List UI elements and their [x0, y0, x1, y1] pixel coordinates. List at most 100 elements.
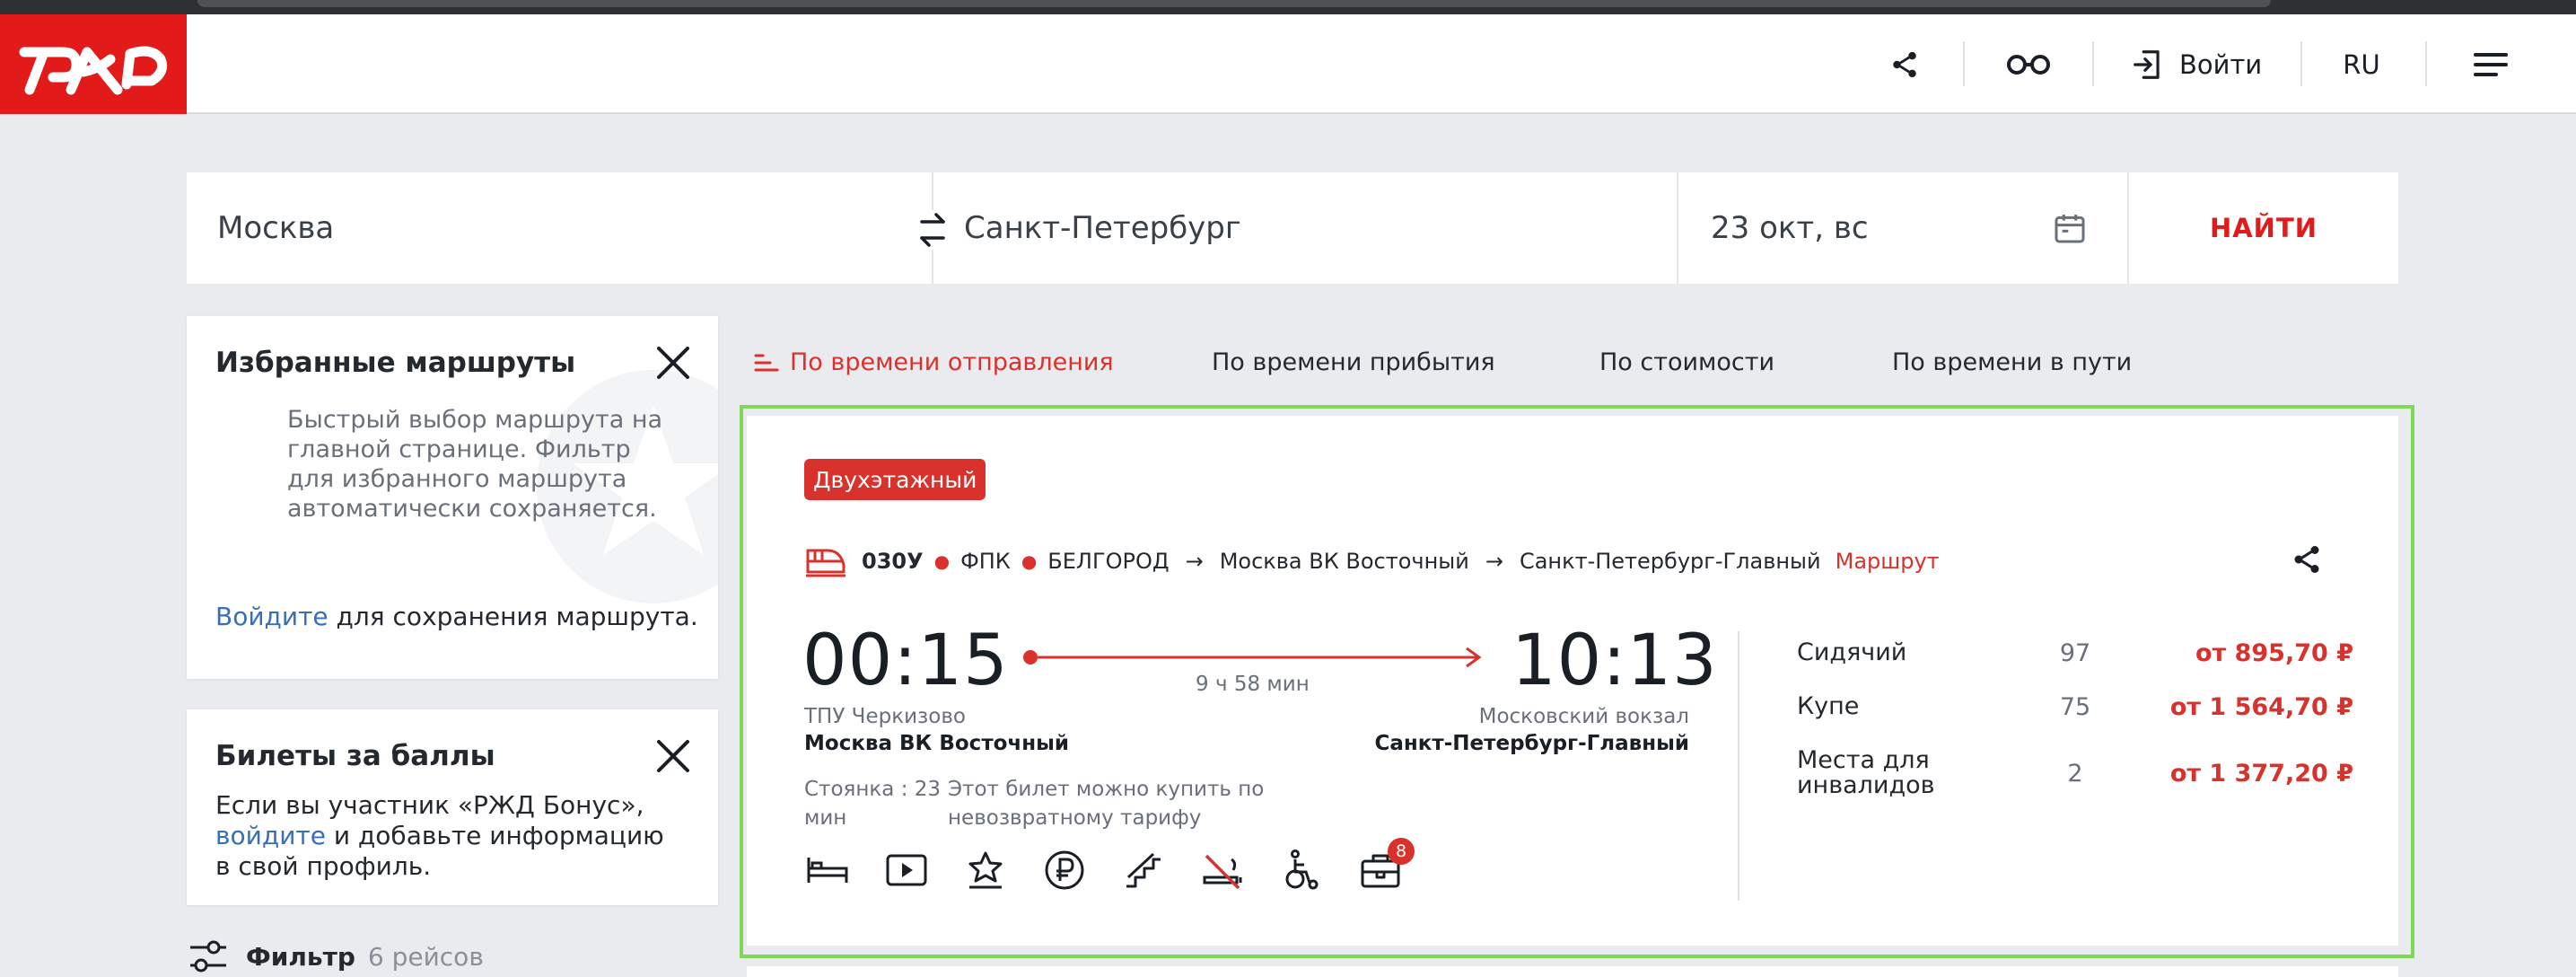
arrow-right-icon: →	[1185, 549, 1204, 574]
class-name: Купе	[1797, 692, 1860, 720]
browser-top-strip	[0, 0, 2576, 14]
train-number: 030У	[862, 549, 924, 574]
departure-hub: ТПУ Черкизово	[804, 705, 966, 728]
sort-label: По стоимости	[1599, 348, 1775, 376]
sort-arrival-time[interactable]: По времени прибытия	[1212, 348, 1495, 376]
bed-icon[interactable]	[801, 843, 854, 897]
class-name: Сидячий	[1797, 638, 1907, 666]
menu-icon[interactable]	[2470, 14, 2511, 114]
class-row-coupe[interactable]: Купе 75 от 1 564,70 ₽	[1797, 689, 2353, 725]
accessibility-glasses-icon[interactable]	[2003, 14, 2054, 114]
class-seats: 97	[2059, 638, 2091, 667]
departure-station: Москва ВК Восточный	[804, 732, 1070, 755]
next-train-card-edge	[747, 966, 2398, 977]
train-carrier: ФПК	[960, 549, 1011, 574]
swap-direction-icon[interactable]	[916, 210, 950, 250]
bonus-login-link[interactable]: войдите	[215, 821, 326, 850]
share-icon[interactable]	[1885, 14, 1924, 114]
login-link[interactable]: Войдите	[215, 602, 329, 631]
favorites-description: Быстрый выбор маршрута на главной страни…	[287, 406, 663, 523]
sort-travel-time[interactable]: По времени в пути	[1892, 348, 2132, 376]
arrival-station: Санкт-Петербург-Главный	[1374, 732, 1689, 755]
amenities-row: 8	[801, 838, 1433, 897]
filter-toggle[interactable]: Фильтр 6 рейсов	[188, 936, 484, 977]
favorite-routes-card: Избранные маршруты Быстрый выбор маршрут…	[187, 316, 718, 679]
site-header: Войти RU	[0, 14, 2576, 114]
from-value: Москва	[217, 210, 335, 246]
luggage-count-badge: 8	[1388, 838, 1415, 865]
route-to: Санкт-Петербург-Главный	[1519, 549, 1821, 574]
sort-departure-time[interactable]: По времени отправления	[754, 348, 1114, 376]
class-price: от 1 564,70 ₽	[2169, 692, 2353, 721]
favorites-login-text: Войдите для сохранения маршрута.	[215, 602, 698, 631]
close-icon[interactable]	[653, 343, 693, 383]
luggage-icon[interactable]: 8	[1354, 838, 1415, 897]
login-label: Войти	[2179, 48, 2263, 80]
sort-label: По времени отправления	[790, 348, 1114, 376]
nonrefundable-note: Этот билет можно купить по невозвратному…	[948, 775, 1264, 832]
train-icon	[806, 549, 846, 577]
header-divider	[2300, 41, 2302, 86]
class-price: от 895,70 ₽	[2195, 638, 2353, 667]
arrival-time: 10:13	[1511, 621, 1718, 701]
header-divider	[2425, 41, 2427, 86]
class-row-disabled[interactable]: Места для инвалидов 2 от 1 377,20 ₽	[1797, 744, 2353, 802]
date-value: 23 окт, вс	[1711, 210, 1869, 246]
language-selector[interactable]: RU	[2339, 14, 2384, 114]
arrival-hub: Московский вокзал	[1478, 705, 1689, 728]
class-row-seated[interactable]: Сидячий 97 от 895,70 ₽	[1797, 635, 2353, 671]
stop-line-2: мин	[804, 806, 847, 830]
to-value: Санкт-Петербург	[964, 210, 1241, 246]
departure-time: 00:15	[802, 621, 1009, 701]
header-divider	[1963, 41, 1965, 86]
search-divider	[1677, 172, 1678, 284]
wheelchair-icon[interactable]	[1275, 843, 1328, 897]
header-divider	[2092, 41, 2094, 86]
ruble-icon[interactable]	[1038, 843, 1091, 897]
sort-icon	[754, 354, 779, 371]
class-seats: 75	[2059, 692, 2091, 721]
class-name: Места для инвалидов	[1797, 746, 1935, 799]
favorites-title: Избранные маршруты	[215, 347, 576, 379]
train-route-row: 030У ● ФПК ● БЕЛГОРОД → Москва ВК Восточ…	[804, 541, 1940, 581]
language-label: RU	[2343, 48, 2380, 80]
train-type-badge: Двухэтажный	[804, 459, 986, 500]
filter-count: 6 рейсов	[367, 941, 484, 972]
login-icon	[2134, 49, 2160, 79]
bonus-tickets-card: Билеты за баллы Если вы участник «РЖД Бо…	[187, 709, 718, 905]
date-field[interactable]: 23 окт, вс	[1711, 172, 2088, 284]
sort-price[interactable]: По стоимости	[1599, 348, 1774, 376]
close-icon[interactable]	[653, 736, 693, 776]
find-button[interactable]: НАЙТИ	[2129, 172, 2398, 284]
nonrefund-line-1: Этот билет можно купить по	[948, 778, 1265, 801]
sort-label: По времени в пути	[1892, 348, 2133, 376]
award-icon[interactable]	[959, 843, 1012, 897]
train-card[interactable]: Двухэтажный 030У ● ФПК ● БЕЛГОРОД → Моск…	[747, 416, 2398, 946]
train-brand: БЕЛГОРОД	[1047, 549, 1170, 574]
rzd-logo[interactable]	[0, 14, 187, 114]
bonus-title: Билеты за баллы	[215, 740, 495, 772]
stairs-icon[interactable]	[1117, 843, 1170, 897]
login-suffix: для сохранения маршрута.	[328, 602, 698, 631]
from-field[interactable]: Москва	[217, 172, 917, 284]
calendar-icon[interactable]	[2052, 210, 2088, 246]
bonus-text-before: Если вы участник «РЖД Бонус»,	[215, 790, 644, 820]
to-field[interactable]: Санкт-Петербург	[964, 172, 1664, 284]
login-button[interactable]: Войти	[2131, 14, 2301, 114]
travel-duration: 9 ч 58 мин	[1196, 673, 1310, 696]
route-link[interactable]: Маршрут	[1836, 549, 1940, 574]
rzd-logo-icon	[19, 46, 168, 94]
nonrefund-line-2: невозвратному тарифу	[948, 806, 1202, 830]
video-icon[interactable]	[880, 843, 933, 897]
class-seats: 2	[2067, 759, 2083, 788]
filter-icon	[190, 940, 226, 973]
sort-label: По времени прибытия	[1212, 348, 1495, 376]
bonus-text: Если вы участник «РЖД Бонус», войдите и …	[215, 790, 664, 882]
share-train-icon[interactable]	[2291, 543, 2326, 579]
route-from: Москва ВК Восточный	[1219, 549, 1469, 574]
class-price: от 1 377,20 ₽	[2169, 759, 2353, 788]
stop-line-1: Стоянка : 23	[804, 778, 942, 801]
no-smoking-icon[interactable]	[1196, 843, 1249, 897]
arrow-right-icon: →	[1485, 549, 1503, 574]
stop-duration: Стоянка : 23 мин	[804, 775, 941, 832]
